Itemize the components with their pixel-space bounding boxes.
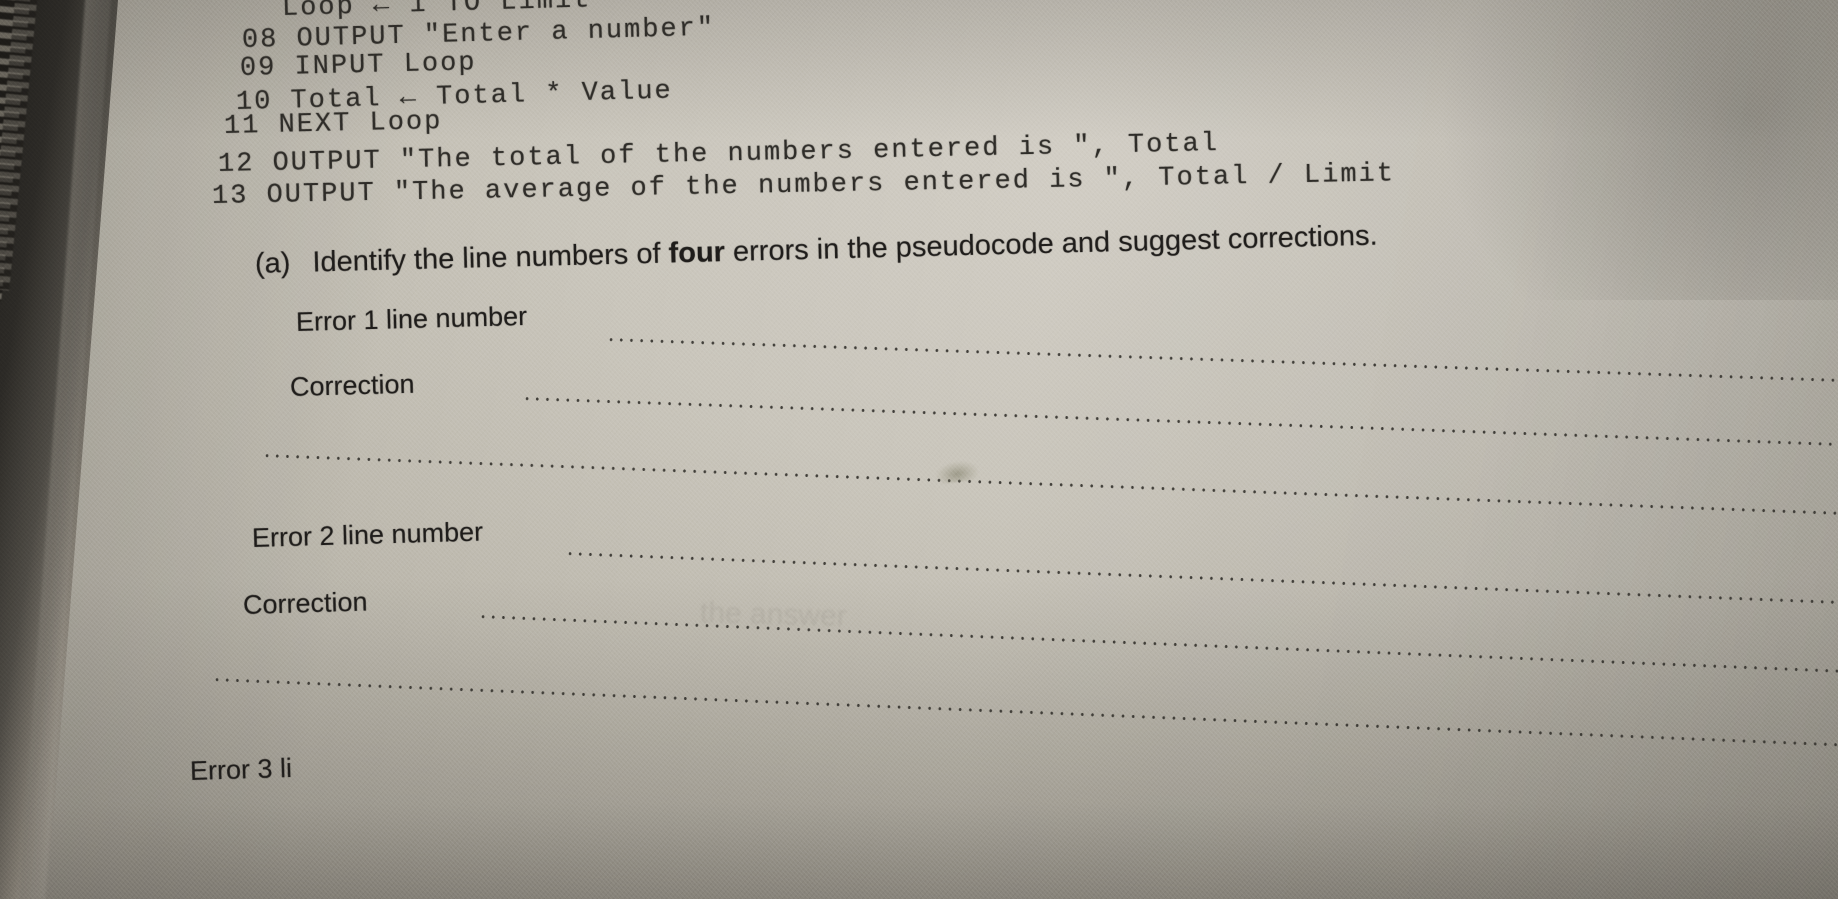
pseudocode-line-11: 11 NEXT Loop — [223, 107, 443, 142]
answer-label-error-2-line-number: Error 2 line number — [251, 516, 484, 553]
answer-label-error-1-line-number: Error 1 line number — [295, 300, 528, 337]
answer-label-error-3-line-number: Error 3 li — [189, 752, 293, 786]
answer-label-correction-1: Correction — [289, 368, 415, 402]
pseudocode-line-09: 09 INPUT Loop — [239, 48, 477, 84]
exam-paper-photo: Loop ← 1 TO Limit 08 OUTPUT "Enter a num… — [0, 0, 1838, 899]
answer-label-correction-2: Correction — [242, 586, 368, 620]
question-part-label: (a) — [254, 247, 291, 280]
question-stem-bold: four — [668, 236, 726, 270]
